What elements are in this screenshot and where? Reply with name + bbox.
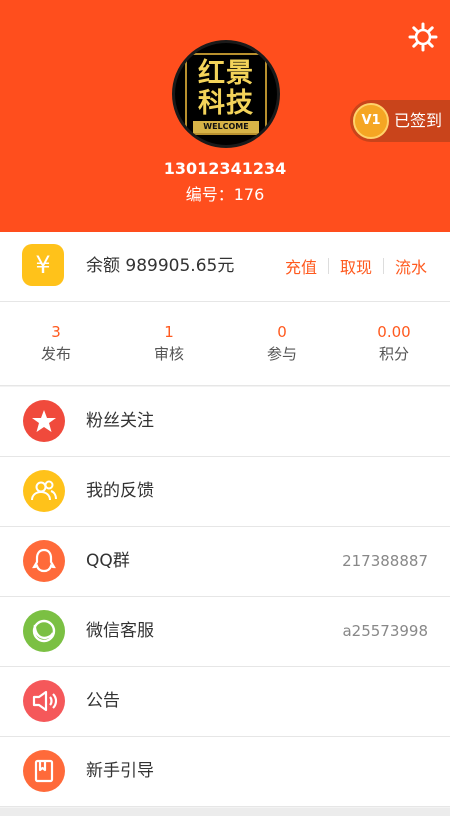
menu-item-followers[interactable]: 粉丝关注 (0, 387, 450, 457)
withdraw-button[interactable]: 取现 (329, 254, 383, 278)
recharge-button[interactable]: 充值 (274, 254, 328, 278)
menu-item-feedback[interactable]: 我的反馈 (0, 457, 450, 527)
speaker-icon (23, 680, 65, 722)
qq-group-number: 217388887 (342, 552, 428, 570)
stat-review[interactable]: 1 审核 (113, 322, 225, 365)
avatar-logo: 红景 科技 WELCOME (185, 53, 267, 135)
users-icon (23, 470, 65, 512)
wechat-id: a25573998 (342, 622, 428, 640)
qq-icon (23, 540, 65, 582)
stat-label: 发布 (40, 345, 71, 363)
star-icon (23, 400, 65, 442)
menu-item-beginner-guide[interactable]: 新手引导 (0, 737, 450, 807)
user-id: 编号：176 (185, 185, 265, 204)
menu-item-announcement[interactable]: 公告 (0, 667, 450, 737)
stat-value: 1 (164, 323, 174, 341)
bottom-spacer (0, 808, 450, 816)
avatar-text-line1: 红景 (198, 58, 254, 89)
menu-item-label: QQ群 (86, 551, 130, 571)
menu-item-label: 我的反馈 (86, 481, 154, 501)
stat-joined[interactable]: 0 参与 (226, 322, 338, 365)
book-icon (23, 750, 65, 792)
balance-label: 余额 989905.65元 (86, 256, 235, 276)
vip-level-coin: V1 (353, 103, 389, 139)
stat-value: 3 (51, 323, 61, 341)
gear-icon[interactable] (408, 22, 438, 52)
stat-value: 0.00 (377, 323, 411, 341)
checkin-status: 已签到 (394, 111, 443, 130)
stat-label: 积分 (378, 345, 409, 363)
avatar-welcome-banner: WELCOME (193, 121, 259, 133)
stat-label: 参与 (266, 345, 297, 363)
chat-icon (23, 610, 65, 652)
stat-value: 0 (277, 323, 287, 341)
menu-item-label: 新手引导 (86, 761, 154, 781)
user-phone: 13012341234 (163, 159, 287, 178)
stat-points[interactable]: 0.00 积分 (338, 322, 450, 365)
menu-list: 粉丝关注 我的反馈 QQ群 217388887 微信客服 a25573998 公… (0, 387, 450, 807)
avatar-text-line2: 科技 (198, 88, 254, 119)
menu-item-wechat-support[interactable]: 微信客服 a25573998 (0, 597, 450, 667)
menu-item-label: 公告 (86, 691, 120, 711)
balance-row: ¥ 余额 989905.65元 充值 取现 流水 (0, 232, 450, 302)
menu-item-label: 粉丝关注 (86, 411, 154, 431)
checkin-badge[interactable]: V1 已签到 (350, 100, 450, 142)
stats-row: 3 发布 1 审核 0 参与 0.00 积分 (0, 302, 450, 386)
transactions-button[interactable]: 流水 (384, 254, 438, 278)
balance-actions: 充值 取现 流水 (274, 232, 438, 300)
stat-published[interactable]: 3 发布 (0, 322, 112, 365)
menu-item-qq-group[interactable]: QQ群 217388887 (0, 527, 450, 597)
profile-header: 红景 科技 WELCOME V1 已签到 13012341234 编号：176 (0, 0, 450, 232)
avatar[interactable]: 红景 科技 WELCOME (172, 40, 280, 148)
menu-item-label: 微信客服 (86, 621, 154, 641)
stat-label: 审核 (153, 345, 184, 363)
yen-icon: ¥ (22, 244, 64, 286)
